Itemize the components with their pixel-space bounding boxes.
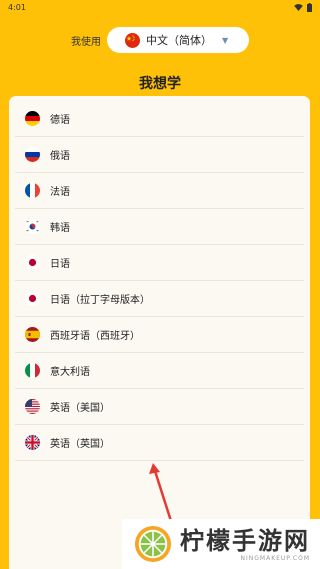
south-korea-flag-icon — [25, 219, 40, 234]
lemon-slice-logo-icon — [134, 525, 172, 563]
native-language-selector[interactable]: 中文（简体） ▼ — [107, 27, 249, 53]
status-time: 4:01 — [8, 2, 26, 12]
list-item-label: 英语（英国） — [50, 439, 110, 450]
watermark: 柠檬手游网 NINGMAKEUP.COM — [122, 519, 320, 569]
list-item-label: 英语（美国） — [50, 403, 110, 414]
france-flag-icon — [25, 183, 40, 198]
list-item-english-uk[interactable]: 英语（英国） — [15, 425, 304, 461]
usa-flag-icon — [25, 399, 40, 414]
list-item-japanese-latin[interactable]: 日语（拉丁字母版本） — [15, 281, 304, 317]
list-item-japanese[interactable]: 日语 — [15, 245, 304, 281]
list-item-label: 西班牙语（西班牙） — [50, 331, 140, 342]
status-icons — [294, 2, 312, 12]
list-item-spanish[interactable]: 西班牙语（西班牙） — [15, 317, 304, 353]
japan-flag-icon — [25, 291, 40, 306]
status-bar: 4:01 — [0, 0, 320, 14]
germany-flag-icon — [25, 111, 40, 126]
native-language-value: 中文（简体） — [146, 34, 212, 47]
wifi-icon — [294, 3, 303, 11]
spain-flag-icon — [25, 327, 40, 342]
list-item-german[interactable]: 德语 — [15, 101, 304, 137]
uk-flag-icon — [25, 435, 40, 450]
list-item-label: 意大利语 — [50, 367, 90, 378]
list-item-label: 日语 — [50, 259, 70, 270]
page-title: 我想学 — [139, 76, 181, 92]
watermark-subtitle: NINGMAKEUP.COM — [240, 554, 310, 562]
language-list: 德语 俄语 法语 韩语 日语 日语（拉丁字母版本） 西班牙语（西班牙） 意大利语… — [9, 101, 310, 461]
list-item-label: 韩语 — [50, 223, 70, 234]
watermark-text: 柠檬手游网 NINGMAKEUP.COM — [180, 527, 310, 562]
watermark-title: 柠檬手游网 — [180, 526, 310, 555]
russia-flag-icon — [25, 147, 40, 162]
chevron-down-icon: ▼ — [222, 35, 229, 45]
list-item-label: 法语 — [50, 187, 70, 198]
china-flag-icon — [125, 32, 140, 48]
list-item-english-us[interactable]: 英语（美国） — [15, 389, 304, 425]
battery-icon — [307, 2, 312, 12]
list-item-korean[interactable]: 韩语 — [15, 209, 304, 245]
list-item-label: 俄语 — [50, 151, 70, 162]
italy-flag-icon — [25, 363, 40, 378]
red-arrow-annotation — [149, 463, 173, 522]
list-item-label: 日语（拉丁字母版本） — [50, 295, 150, 306]
native-language-label: 我使用 — [71, 36, 101, 48]
list-item-french[interactable]: 法语 — [15, 173, 304, 209]
list-item-russian[interactable]: 俄语 — [15, 137, 304, 173]
native-language-row: 我使用 中文（简体） ▼ — [0, 27, 320, 53]
list-item-label: 德语 — [50, 115, 70, 126]
japan-flag-icon — [25, 255, 40, 270]
list-item-italian[interactable]: 意大利语 — [15, 353, 304, 389]
